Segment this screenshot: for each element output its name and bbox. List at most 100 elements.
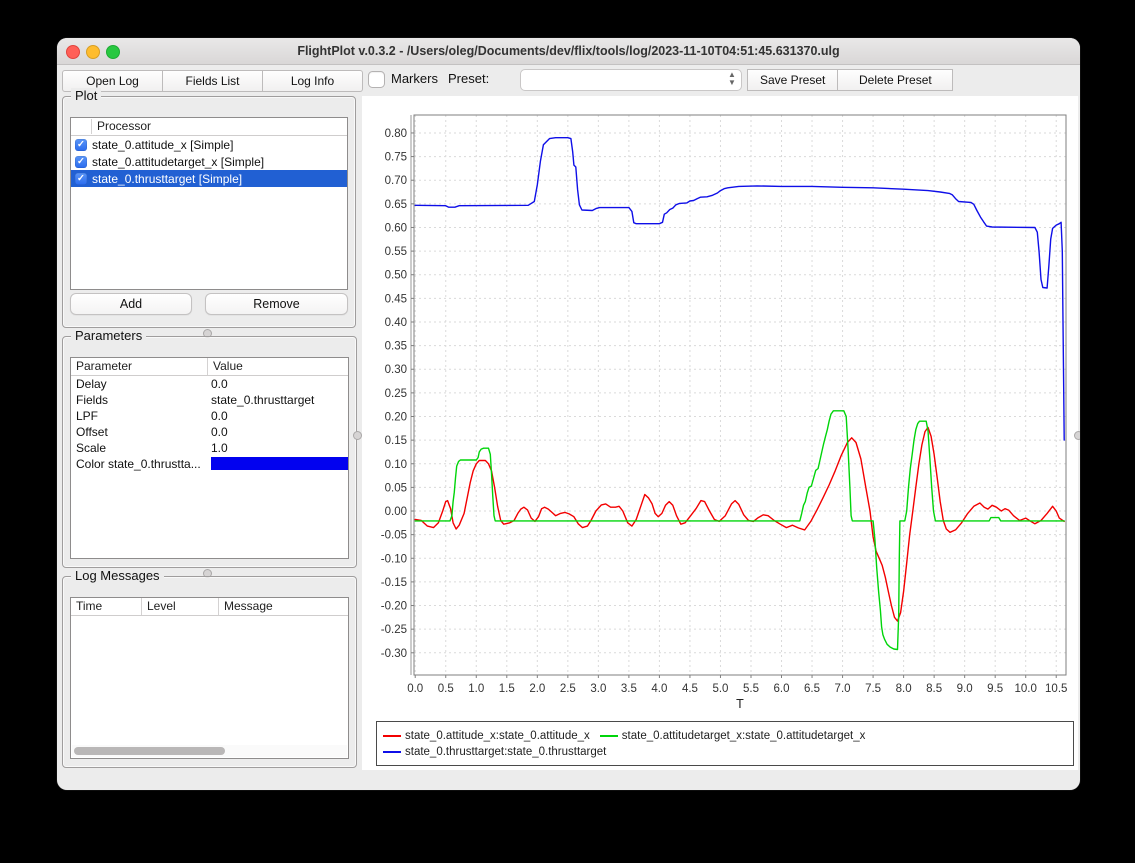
log-messages-table[interactable]: TimeLevelMessage — [70, 597, 349, 759]
y-tick-label: 0.80 — [385, 128, 407, 140]
markers-checkbox[interactable] — [368, 71, 385, 88]
parameter-name: Fields — [71, 392, 207, 408]
x-tick-label: 8.5 — [926, 683, 942, 695]
item-label: state_0.attitudetarget_x [Simple] — [92, 155, 264, 169]
parameters-table-rows: Delay0.0Fieldsstate_0.thrusttargetLPF0.0… — [71, 376, 348, 472]
parameter-value: 1.0 — [207, 440, 348, 456]
parameter-row[interactable]: Scale1.0 — [71, 440, 348, 456]
log-info-button[interactable]: Log Info — [263, 70, 363, 92]
log-column-header[interactable]: Message — [218, 598, 348, 615]
x-tick-label: 2.0 — [529, 683, 545, 695]
y-tick-label: -0.10 — [381, 553, 407, 565]
horizontal-scrollbar[interactable] — [72, 745, 347, 757]
parameter-row[interactable]: LPF0.0 — [71, 408, 348, 424]
parameter-row[interactable]: Delay0.0 — [71, 376, 348, 392]
y-tick-label: -0.15 — [381, 577, 407, 589]
processor-list-rows: ✓ state_0.attitude_x [Simple] ✓ state_0.att… — [71, 136, 347, 187]
markers-label: Markers — [391, 71, 438, 86]
x-tick-label: 5.0 — [712, 683, 728, 695]
y-tick-label: -0.30 — [381, 648, 407, 660]
y-tick-label: 0.45 — [385, 293, 407, 305]
x-tick-label: 4.0 — [651, 683, 667, 695]
parameter-value: 0.0 — [207, 408, 348, 424]
header-divider — [91, 119, 92, 134]
y-tick-label: 0.75 — [385, 152, 407, 164]
item-checkbox[interactable]: ✓ — [75, 173, 87, 185]
y-tick-label: 0.30 — [385, 364, 407, 376]
y-tick-label: -0.05 — [381, 530, 407, 542]
legend-item: state_0.attitudetarget_x:state_0.attitud… — [600, 728, 866, 744]
legend-line-swatch — [600, 735, 618, 737]
delete-preset-button[interactable]: Delete Preset — [838, 69, 953, 91]
log-messages-groupbox-title: Log Messages — [71, 568, 164, 583]
parameter-name: Color state_0.thrustta... — [71, 456, 207, 472]
x-tick-label: 3.5 — [621, 683, 637, 695]
x-tick-label: 4.5 — [682, 683, 698, 695]
processor-list-item[interactable]: ✓ state_0.attitudetarget_x [Simple] — [71, 153, 347, 170]
legend-line-swatch — [383, 751, 401, 753]
window-title: FlightPlot v.0.3.2 - /Users/oleg/Documen… — [137, 38, 1000, 64]
combobox-stepper-icon[interactable]: ▲▼ — [726, 71, 738, 88]
processor-list-header: Processor — [71, 118, 347, 136]
splitter-handle[interactable] — [353, 431, 362, 440]
x-tick-label: 1.5 — [499, 683, 515, 695]
fields-list-button[interactable]: Fields List — [163, 70, 263, 92]
parameter-name: Scale — [71, 440, 207, 456]
parameter-value: 0.0 — [207, 376, 348, 392]
item-checkbox[interactable]: ✓ — [75, 156, 87, 168]
item-checkbox[interactable]: ✓ — [75, 139, 87, 151]
add-button[interactable]: Add — [70, 293, 192, 315]
legend-item: state_0.thrusttarget:state_0.thrusttarge… — [383, 744, 606, 760]
x-tick-label: 2.5 — [560, 683, 576, 695]
preset-combobox[interactable]: ▲▼ — [520, 69, 742, 91]
chart-panel: 0.800.750.700.650.600.550.500.450.400.35… — [362, 96, 1078, 770]
save-preset-button[interactable]: Save Preset — [747, 69, 838, 91]
processor-column-header: Processor — [97, 119, 151, 133]
preset-action-buttons: Save Preset Delete Preset — [747, 69, 953, 91]
remove-button[interactable]: Remove — [205, 293, 348, 315]
parameters-column-header[interactable]: Parameter — [71, 358, 207, 375]
flight-plot-chart[interactable]: 0.800.750.700.650.600.550.500.450.400.35… — [362, 96, 1078, 713]
app-window: FlightPlot v.0.3.2 - /Users/oleg/Documen… — [57, 38, 1080, 790]
legend-label: state_0.attitudetarget_x:state_0.attitud… — [622, 730, 866, 742]
parameters-table[interactable]: ParameterValue Delay0.0Fieldsstate_0.thr… — [70, 357, 349, 559]
y-tick-label: 0.55 — [385, 246, 407, 258]
log-column-header[interactable]: Time — [71, 598, 141, 615]
x-tick-label: 8.0 — [896, 683, 912, 695]
parameter-row[interactable]: Fieldsstate_0.thrusttarget — [71, 392, 348, 408]
parameter-name: Delay — [71, 376, 207, 392]
close-window-button[interactable] — [66, 45, 80, 59]
title-bar: FlightPlot v.0.3.2 - /Users/oleg/Documen… — [57, 38, 1080, 65]
parameters-column-header[interactable]: Value — [207, 358, 348, 375]
log-column-header[interactable]: Level — [141, 598, 218, 615]
y-tick-label: 0.20 — [385, 412, 407, 424]
item-label: state_0.thrusttarget [Simple] — [92, 172, 242, 186]
splitter-handle[interactable] — [1074, 431, 1080, 440]
y-tick-label: 0.70 — [385, 175, 407, 187]
y-tick-label: 0.35 — [385, 341, 407, 353]
parameter-row[interactable]: Color state_0.thrustta... — [71, 456, 348, 472]
plot-groupbox-title: Plot — [71, 88, 101, 103]
preset-label: Preset: — [448, 71, 489, 86]
scrollbar-thumb[interactable] — [74, 747, 225, 755]
toolbar-button-group: Open Log Fields List Log Info — [62, 70, 363, 92]
parameter-name: LPF — [71, 408, 207, 424]
y-tick-label: 0.40 — [385, 317, 407, 329]
parameter-row[interactable]: Offset0.0 — [71, 424, 348, 440]
x-tick-label: 7.0 — [835, 683, 851, 695]
x-tick-label: 6.5 — [804, 683, 820, 695]
processor-list[interactable]: Processor ✓ state_0.attitude_x [Simple] ✓ s… — [70, 117, 348, 290]
processor-list-item[interactable]: ✓ state_0.thrusttarget [Simple] — [71, 170, 347, 187]
parameter-value — [207, 456, 348, 472]
parameter-value: 0.0 — [207, 424, 348, 440]
x-tick-label: 1.0 — [468, 683, 484, 695]
minimize-window-button[interactable] — [86, 45, 100, 59]
x-tick-label: 9.5 — [987, 683, 1003, 695]
zoom-window-button[interactable] — [106, 45, 120, 59]
x-tick-label: 7.5 — [865, 683, 881, 695]
color-swatch[interactable] — [211, 457, 348, 470]
y-tick-label: -0.25 — [381, 624, 407, 636]
item-label: state_0.attitude_x [Simple] — [92, 138, 233, 152]
processor-list-item[interactable]: ✓ state_0.attitude_x [Simple] — [71, 136, 347, 153]
legend-label: state_0.thrusttarget:state_0.thrusttarge… — [405, 746, 606, 758]
